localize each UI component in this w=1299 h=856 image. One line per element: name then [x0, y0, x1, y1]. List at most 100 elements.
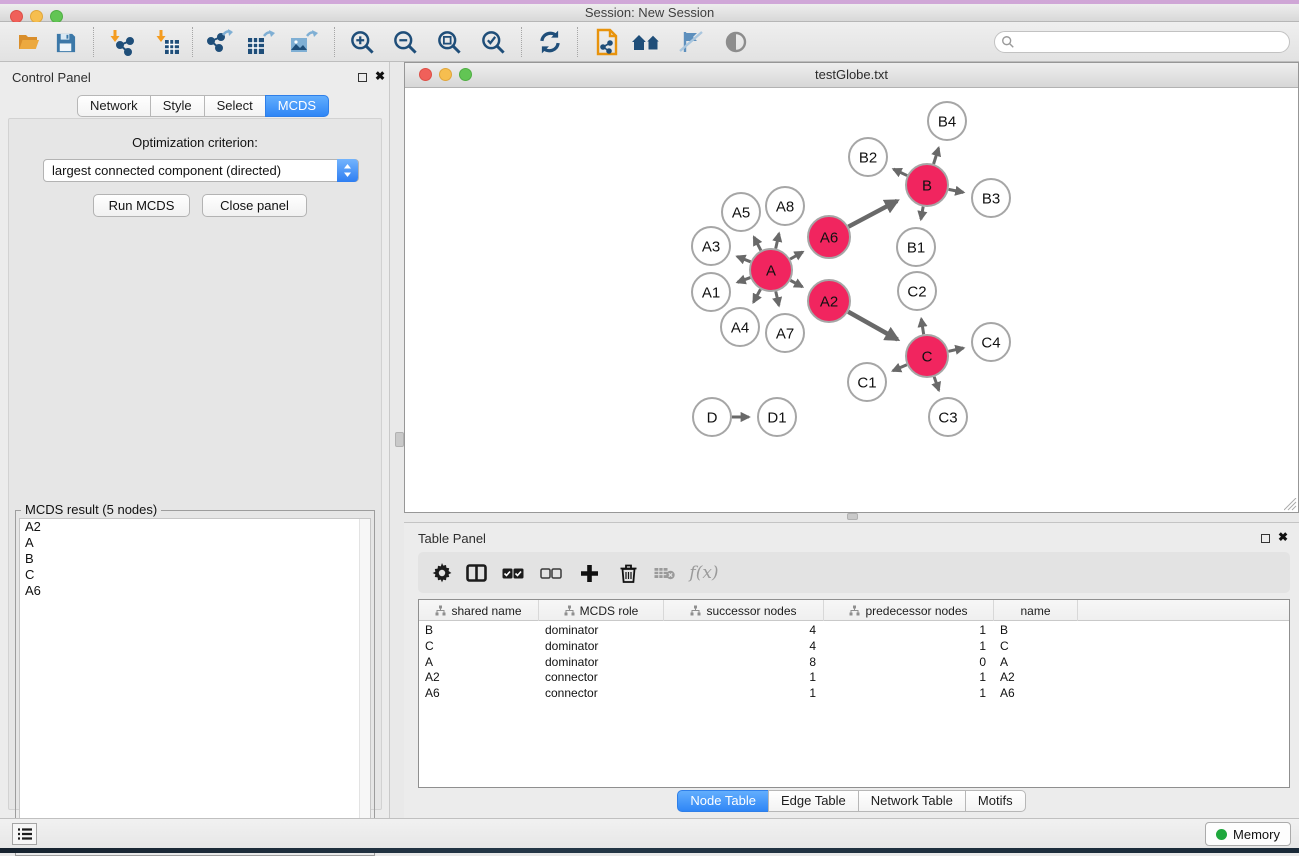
node-A5[interactable]: A5 [722, 193, 760, 231]
column-header-MCDS-role[interactable]: MCDS role [539, 600, 664, 621]
node-C4[interactable]: C4 [972, 323, 1010, 361]
table-cell[interactable]: connector [539, 686, 664, 702]
table-cell[interactable]: A2 [994, 670, 1078, 686]
open-folder-icon[interactable] [12, 27, 46, 57]
table-cell[interactable]: 1 [664, 670, 824, 686]
network-canvas[interactable]: B4B2BB3A8A5A6A3B1AA1C2A2A4A7C4CC1C3DD1 [405, 88, 1298, 512]
table-cell[interactable]: 1 [824, 686, 994, 702]
zoom-out-icon[interactable] [388, 27, 422, 57]
table-row[interactable]: Cdominator41C [419, 639, 1289, 655]
tab-network-table[interactable]: Network Table [858, 790, 966, 812]
node-A1[interactable]: A1 [692, 273, 730, 311]
edge-B-B2[interactable] [893, 169, 907, 175]
close-panel-button[interactable]: Close panel [202, 194, 307, 217]
table-panel-close-icon[interactable]: ✖ [1278, 530, 1288, 544]
table-cell[interactable]: 8 [664, 655, 824, 671]
table-cell[interactable]: dominator [539, 639, 664, 655]
zoom-fit-icon[interactable] [432, 27, 466, 57]
tab-node-table[interactable]: Node Table [677, 790, 769, 812]
select-all-icon[interactable] [499, 559, 527, 587]
tab-edge-table[interactable]: Edge Table [768, 790, 859, 812]
search-input[interactable] [1015, 33, 1289, 51]
tab-style[interactable]: Style [150, 95, 205, 117]
list-scrollbar[interactable] [359, 519, 370, 851]
table-cell[interactable]: 1 [824, 639, 994, 655]
node-B1[interactable]: B1 [897, 228, 935, 266]
node-A3[interactable]: A3 [692, 227, 730, 265]
edge-A-A3[interactable] [737, 256, 750, 261]
toggle-columns-icon[interactable] [462, 559, 490, 587]
table-row[interactable]: Bdominator41B [419, 623, 1289, 639]
save-icon[interactable] [48, 27, 82, 57]
edge-B-B4[interactable] [934, 148, 939, 164]
edge-A-A7[interactable] [776, 291, 779, 305]
table-cell[interactable]: B [994, 623, 1078, 639]
import-network-icon[interactable] [104, 27, 138, 57]
task-history-list-icon[interactable] [12, 823, 37, 845]
table-cell[interactable]: A [419, 655, 539, 671]
network-graph[interactable]: B4B2BB3A8A5A6A3B1AA1C2A2A4A7C4CC1C3DD1 [405, 88, 1298, 512]
table-cell[interactable]: 4 [664, 623, 824, 639]
table-cell[interactable]: 1 [824, 670, 994, 686]
edge-A6-B[interactable] [848, 201, 897, 227]
refresh-icon[interactable] [533, 27, 567, 57]
share-file-icon[interactable] [590, 27, 624, 57]
node-A7[interactable]: A7 [766, 314, 804, 352]
node-D[interactable]: D [693, 398, 731, 436]
mcds-result-item[interactable]: C [20, 567, 370, 583]
resize-grip-icon[interactable] [1284, 498, 1297, 511]
edge-C-C2[interactable] [921, 319, 923, 334]
node-A6[interactable]: A6 [808, 216, 850, 258]
table-cell[interactable]: C [994, 639, 1078, 655]
tab-motifs[interactable]: Motifs [965, 790, 1026, 812]
node-C3[interactable]: C3 [929, 398, 967, 436]
edge-A-A5[interactable] [754, 237, 761, 250]
close-panel-icon[interactable]: ✖ [375, 69, 385, 83]
edge-B-B1[interactable] [921, 207, 923, 220]
criterion-select[interactable]: largest connected component (directed) [43, 159, 359, 182]
table-cell[interactable]: A6 [419, 686, 539, 702]
node-B[interactable]: B [906, 164, 948, 206]
eye-icon[interactable] [719, 27, 753, 57]
table-panel-float-icon[interactable] [1261, 534, 1270, 543]
mcds-result-item[interactable]: A6 [20, 583, 370, 599]
tab-select[interactable]: Select [204, 95, 266, 117]
edge-C-C4[interactable] [948, 348, 963, 351]
zoom-selected-icon[interactable] [476, 27, 510, 57]
node-A4[interactable]: A4 [721, 308, 759, 346]
add-icon[interactable] [575, 559, 603, 587]
mcds-result-item[interactable]: A [20, 535, 370, 551]
float-panel-icon[interactable] [358, 73, 367, 82]
node-A[interactable]: A [750, 249, 792, 291]
export-table-icon[interactable] [244, 27, 278, 57]
vertical-scrollbar-thumb[interactable] [395, 432, 404, 447]
table-cell[interactable]: dominator [539, 655, 664, 671]
table-cell[interactable]: A6 [994, 686, 1078, 702]
hide-details-flag-icon[interactable] [674, 27, 708, 57]
column-header-shared-name[interactable]: shared name [419, 600, 539, 621]
edge-A2-C[interactable] [848, 312, 897, 340]
tab-mcds[interactable]: MCDS [265, 95, 329, 117]
node-B2[interactable]: B2 [849, 138, 887, 176]
table-cell[interactable]: 1 [824, 623, 994, 639]
edge-C-C3[interactable] [934, 377, 939, 391]
mcds-result-item[interactable]: B [20, 551, 370, 567]
table-row[interactable]: A2connector11A2 [419, 670, 1289, 686]
import-table-icon[interactable] [150, 27, 184, 57]
node-B3[interactable]: B3 [972, 179, 1010, 217]
table-settings-gear-icon[interactable] [428, 559, 456, 587]
edge-A-A2[interactable] [790, 280, 802, 286]
delete-icon[interactable] [614, 559, 642, 587]
node-B4[interactable]: B4 [928, 102, 966, 140]
column-header-predecessor-nodes[interactable]: predecessor nodes [824, 600, 994, 621]
home-icon[interactable] [630, 27, 664, 57]
node-D1[interactable]: D1 [758, 398, 796, 436]
edge-A-A4[interactable] [753, 289, 760, 302]
node-C2[interactable]: C2 [898, 272, 936, 310]
export-network-icon[interactable] [202, 27, 236, 57]
table-cell[interactable]: 1 [664, 686, 824, 702]
tab-network[interactable]: Network [77, 95, 151, 117]
table-cell[interactable]: B [419, 623, 539, 639]
table-row[interactable]: Adominator80A [419, 655, 1289, 671]
horizontal-scrollbar-thumb[interactable] [847, 513, 858, 520]
